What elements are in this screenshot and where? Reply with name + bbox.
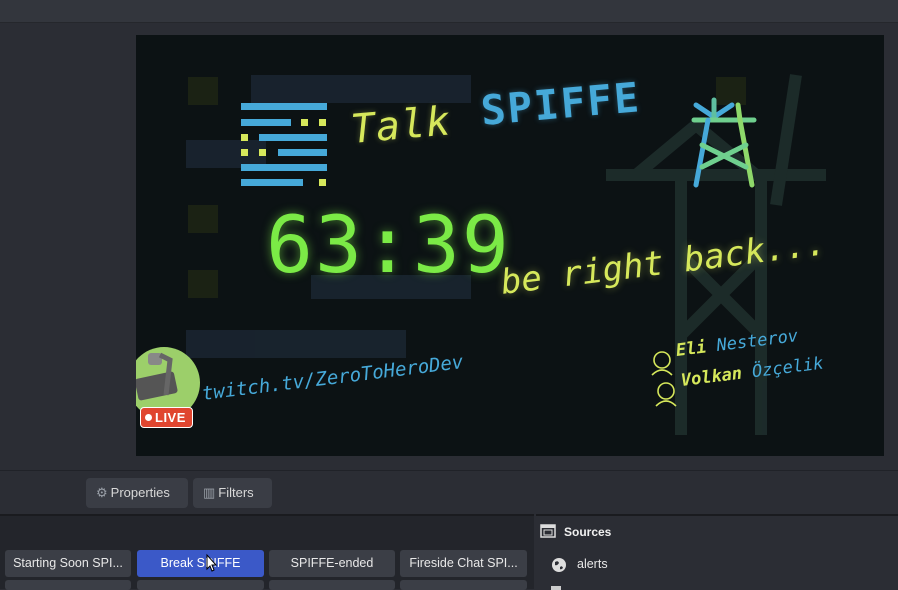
live-badge-label: LIVE xyxy=(155,410,186,425)
presenter-1-first: Eli xyxy=(674,337,708,361)
mouse-cursor-icon xyxy=(206,553,218,572)
logo-talk-text: Talk xyxy=(348,98,453,153)
source-item[interactable]: alerts xyxy=(536,553,898,577)
top-toolbar xyxy=(0,0,898,23)
properties-label: Properties xyxy=(110,485,170,500)
scene-button-active[interactable]: Break SPIFFE xyxy=(137,550,264,577)
live-dot-icon xyxy=(145,414,152,421)
scene-button-row2[interactable] xyxy=(400,580,527,590)
scene-button[interactable]: Starting Soon SPI... xyxy=(5,550,131,577)
scene-button[interactable]: SPIFFE-ended xyxy=(269,550,395,577)
stream-preview-canvas[interactable]: Talk SPIFFE 63:39 be right back... twitc… xyxy=(136,35,884,456)
live-badge: LIVE xyxy=(140,407,193,428)
source-toolbar: ⚙ Properties ▥ Filters xyxy=(0,470,898,515)
scenes-panel: Starting Soon SPI... Break SPIFFE SPIFFE… xyxy=(0,514,534,590)
sources-title: Sources xyxy=(564,525,612,539)
presenter-icon xyxy=(651,351,677,407)
filter-icon: ▥ xyxy=(203,485,216,500)
scene-button-row2[interactable] xyxy=(5,580,131,590)
scene-button[interactable]: Fireside Chat SPI... xyxy=(400,550,527,577)
sources-panel: Sources alerts xyxy=(536,514,898,590)
scene-button-row2[interactable] xyxy=(269,580,395,590)
filters-button[interactable]: ▥ Filters xyxy=(193,478,272,508)
source-label: alerts xyxy=(577,557,608,571)
countdown-timer: 63:39 xyxy=(266,201,511,291)
sources-header: Sources xyxy=(536,516,898,548)
properties-button[interactable]: ⚙ Properties xyxy=(86,478,188,508)
dock-icon[interactable] xyxy=(540,524,556,538)
filters-label: Filters xyxy=(218,485,254,500)
gear-icon: ⚙ xyxy=(96,485,108,500)
globe-icon xyxy=(552,558,566,572)
scene-button-row2[interactable] xyxy=(137,580,264,590)
